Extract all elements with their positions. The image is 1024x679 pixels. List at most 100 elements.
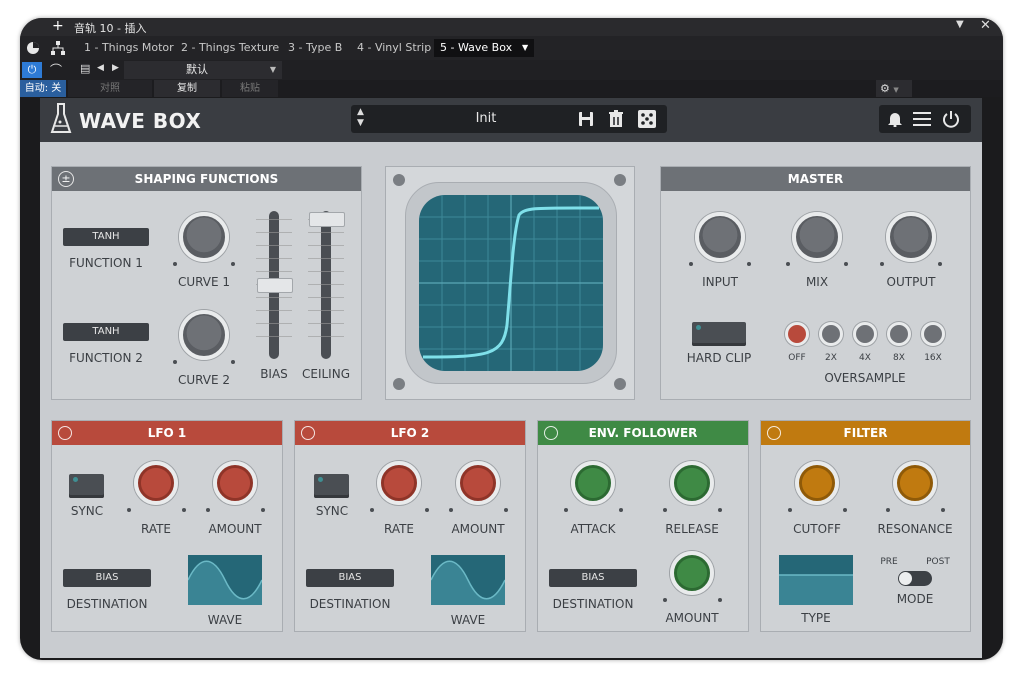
monitor-icon[interactable]: ⌒	[50, 61, 62, 78]
filter-type-display[interactable]	[779, 555, 853, 605]
env-amount-knob[interactable]	[670, 551, 714, 595]
lfo-2-amount-label: AMOUNT	[451, 522, 505, 536]
plugin-window: + 音轨 10 - 插入 ▼ ✕ 1 - Things Motor 2 - Th…	[20, 18, 1003, 660]
oversample-16x-button[interactable]	[921, 322, 945, 346]
power-toggle[interactable]: ⏻	[22, 62, 42, 78]
env-follower-panel: ENV. FOLLOWER ATTACK RELEASE BIAS DESTIN…	[537, 420, 749, 632]
previous-preset-icon[interactable]: ◀	[97, 63, 104, 73]
pin-icon[interactable]: ▼	[956, 19, 964, 30]
release-knob[interactable]	[670, 461, 714, 505]
lfo-1-sync-toggle[interactable]	[69, 474, 104, 498]
chevron-down-icon[interactable]: ▼	[522, 39, 528, 57]
release-label: RELEASE	[665, 522, 719, 536]
oversample-2x-button[interactable]	[819, 322, 843, 346]
output-min-dot	[880, 262, 884, 266]
filter-power-icon[interactable]	[767, 426, 781, 440]
lfo-1-rate-label: RATE	[140, 522, 172, 536]
oversample-4x-label: 4X	[859, 353, 871, 363]
lfo-2-amount-max-dot	[504, 508, 508, 512]
attack-knob[interactable]	[571, 461, 615, 505]
preset-bar: ▲ ▼ Init	[351, 105, 667, 133]
cutoff-max-dot	[843, 508, 847, 512]
ceiling-slider-thumb[interactable]	[309, 212, 345, 227]
tab-things-motor[interactable]: 1 - Things Motor	[78, 39, 180, 57]
copy-button[interactable]: 复制	[154, 80, 220, 97]
curve-2-min-dot	[173, 360, 177, 364]
cutoff-min-dot	[788, 508, 792, 512]
preset-up-down-arrows[interactable]: ▲ ▼	[357, 107, 364, 129]
tab-wave-box[interactable]: 5 - Wave Box ▼	[434, 39, 535, 57]
preset-name[interactable]: Init	[441, 111, 531, 126]
lfo-2-sync-toggle[interactable]	[314, 474, 349, 498]
env-destination-select[interactable]: BIAS	[549, 569, 637, 587]
lfo-1-wave-label: WAVE	[207, 613, 243, 627]
plus-minus-icon[interactable]: ±	[58, 171, 74, 187]
close-icon[interactable]: ✕	[980, 18, 991, 33]
function-1-select[interactable]: TANH	[63, 228, 149, 246]
env-follower-power-icon[interactable]	[544, 426, 558, 440]
bias-slider-thumb[interactable]	[257, 278, 293, 293]
lfo-2-destination-select[interactable]: BIAS	[306, 569, 394, 587]
lfo-1-rate-knob[interactable]	[134, 461, 178, 505]
bypass-power-icon[interactable]	[942, 110, 960, 128]
cutoff-knob[interactable]	[795, 461, 839, 505]
input-knob[interactable]	[695, 212, 745, 262]
env-amount-max-dot	[718, 598, 722, 602]
function-2-select[interactable]: TANH	[63, 323, 149, 341]
flask-logo-icon	[50, 103, 72, 133]
next-preset-icon[interactable]: ▶	[112, 63, 119, 73]
lfo-2-amount-knob[interactable]	[456, 461, 500, 505]
preset-select[interactable]: 默认 ▼	[124, 61, 282, 79]
resonance-max-dot	[941, 508, 945, 512]
lfo-1-power-icon[interactable]	[58, 426, 72, 440]
filter-mode-switch[interactable]	[898, 571, 932, 586]
resonance-knob[interactable]	[893, 461, 937, 505]
lfo-1-header: LFO 1	[52, 421, 282, 445]
paste-button[interactable]: 粘贴	[222, 80, 278, 97]
master-header: MASTER	[661, 167, 970, 191]
bell-icon[interactable]	[887, 111, 903, 127]
settings-gear-icon[interactable]: ⚙ ▼	[876, 80, 912, 97]
lfo-1-destination-select[interactable]: BIAS	[63, 569, 151, 587]
curve-1-knob[interactable]	[179, 212, 229, 262]
transfer-curve-scope	[385, 166, 635, 400]
output-knob[interactable]	[886, 212, 936, 262]
lfo-1-amount-knob[interactable]	[213, 461, 257, 505]
disk-icon[interactable]	[26, 41, 40, 55]
tab-things-texture[interactable]: 2 - Things Texture	[175, 39, 285, 57]
curve-2-knob[interactable]	[179, 310, 229, 360]
curve-1-label: CURVE 1	[177, 275, 231, 289]
screw-bottom-right-icon	[614, 378, 626, 390]
add-icon[interactable]: +	[52, 18, 64, 34]
auto-toggle[interactable]: 自动: 关	[20, 80, 66, 97]
hard-clip-toggle[interactable]	[692, 322, 746, 346]
lfo-2-wave-display[interactable]	[431, 555, 505, 605]
release-min-dot	[663, 508, 667, 512]
output-label: OUTPUT	[886, 275, 936, 289]
hard-clip-label: HARD CLIP	[686, 351, 752, 365]
oversample-off-button[interactable]	[785, 322, 809, 346]
routing-icon[interactable]	[50, 40, 66, 56]
lfo-2-power-icon[interactable]	[301, 426, 315, 440]
tab-vinyl-strip[interactable]: 4 - Vinyl Strip	[351, 39, 437, 57]
save-icon[interactable]	[578, 111, 594, 127]
plugin-name: WAVE BOX	[79, 109, 202, 133]
menu-icon[interactable]	[913, 111, 931, 127]
oversample-16x-label: 16X	[924, 353, 942, 363]
oversample-8x-button[interactable]	[887, 322, 911, 346]
mix-knob[interactable]	[792, 212, 842, 262]
host-secondary-bar: 自动: 关 对照 复制 粘贴 ⚙ ▼	[20, 80, 1003, 97]
lfo-1-wave-display[interactable]	[188, 555, 262, 605]
compare-button[interactable]: 对照	[68, 80, 152, 97]
lfo-1-amount-max-dot	[261, 508, 265, 512]
lfo-1-title: LFO 1	[147, 426, 187, 440]
plugin-tab-bar: 1 - Things Motor 2 - Things Texture 3 - …	[20, 36, 1003, 60]
lfo-2-rate-knob[interactable]	[377, 461, 421, 505]
lfo-1-panel: LFO 1 SYNC RATE AMOUNT BIAS DESTINATION …	[51, 420, 283, 632]
trash-icon[interactable]	[608, 110, 624, 128]
randomize-dice-icon[interactable]	[638, 110, 656, 128]
curve-2-max-dot	[231, 360, 235, 364]
preset-list-icon[interactable]: ▤	[80, 62, 90, 75]
tab-type-b[interactable]: 3 - Type B	[282, 39, 348, 57]
oversample-4x-button[interactable]	[853, 322, 877, 346]
